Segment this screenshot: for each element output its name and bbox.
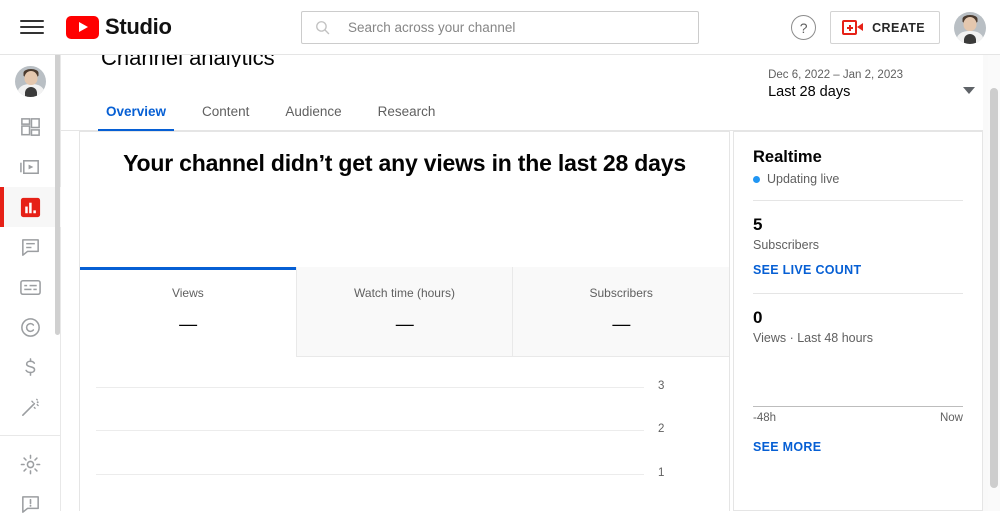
sidebar-item-customization[interactable] bbox=[0, 387, 61, 427]
analytics-bar-chart-icon bbox=[19, 196, 42, 219]
dollar-sign-icon bbox=[19, 356, 42, 379]
live-dot-icon bbox=[753, 176, 760, 183]
metric-value: — bbox=[80, 314, 296, 335]
tab-content[interactable]: Content bbox=[184, 104, 267, 130]
avatar-icon bbox=[15, 66, 46, 97]
realtime-views-bar-chart[interactable] bbox=[753, 357, 963, 407]
gridline bbox=[96, 430, 644, 431]
see-more-link-realtime[interactable]: SEE MORE bbox=[753, 440, 963, 454]
youtube-studio-logo[interactable]: Studio bbox=[66, 14, 172, 40]
realtime-views-value: 0 bbox=[753, 308, 963, 328]
create-button[interactable]: CREATE bbox=[830, 11, 940, 44]
gear-icon bbox=[19, 453, 42, 476]
gridline bbox=[96, 387, 644, 388]
main-content-area: Channel analytics Overview Content Audie… bbox=[61, 55, 1000, 511]
left-sidebar bbox=[0, 55, 61, 511]
realtime-views-label: Views · Last 48 hours bbox=[753, 331, 963, 345]
sidebar-divider bbox=[0, 435, 60, 436]
sidebar-item-settings[interactable] bbox=[0, 444, 61, 484]
metric-tabs: Views — Watch time (hours) — Subscribers… bbox=[80, 267, 729, 357]
sidebar-item-analytics[interactable] bbox=[0, 187, 61, 227]
y-axis-tick: 3 bbox=[658, 380, 664, 392]
metric-label: Watch time (hours) bbox=[297, 286, 513, 300]
date-range-text: Dec 6, 2022 – Jan 2, 2023 bbox=[768, 69, 903, 81]
feedback-exclamation-icon bbox=[19, 493, 42, 516]
sidebar-item-send-feedback[interactable] bbox=[0, 484, 61, 524]
tab-audience[interactable]: Audience bbox=[267, 104, 359, 130]
comment-bubble-icon bbox=[19, 236, 42, 259]
search-input[interactable] bbox=[348, 20, 686, 35]
metric-value: — bbox=[297, 314, 513, 335]
video-camera-plus-icon bbox=[842, 20, 863, 35]
realtime-card: Realtime Updating live 5 Subscribers SEE… bbox=[733, 131, 983, 511]
help-icon[interactable]: ? bbox=[791, 15, 816, 40]
axis-end-label: Now bbox=[940, 412, 963, 424]
realtime-chart-axis: -48h Now bbox=[753, 412, 963, 424]
top-navigation-bar: Studio ? CREATE bbox=[0, 0, 1000, 55]
chevron-down-icon[interactable] bbox=[963, 87, 975, 94]
see-live-count-link[interactable]: SEE LIVE COUNT bbox=[753, 263, 963, 277]
sidebar-item-dashboard[interactable] bbox=[0, 107, 61, 147]
sidebar-item-subtitles[interactable] bbox=[0, 267, 61, 307]
realtime-subscribers-label: Subscribers bbox=[753, 238, 963, 252]
divider bbox=[753, 200, 963, 201]
metric-tab-subscribers[interactable]: Subscribers — bbox=[513, 267, 729, 357]
metric-tab-views[interactable]: Views — bbox=[80, 267, 297, 357]
sidebar-item-your-channel[interactable] bbox=[0, 55, 61, 107]
live-status-label: Updating live bbox=[767, 172, 839, 186]
metric-label: Views bbox=[80, 286, 296, 300]
views-line-chart[interactable]: 3 2 1 0 Dec 6, 2... Dec 11, 2022 Dec 15,… bbox=[96, 387, 716, 511]
page-title: Channel analytics bbox=[101, 55, 275, 67]
magic-wand-icon bbox=[19, 396, 42, 419]
sidebar-item-copyright[interactable] bbox=[0, 307, 61, 347]
sidebar-item-monetization[interactable] bbox=[0, 347, 61, 387]
y-axis-tick: 1 bbox=[658, 467, 664, 479]
axis-start-label: -48h bbox=[753, 412, 776, 424]
create-button-label: CREATE bbox=[872, 21, 925, 35]
hamburger-menu-icon[interactable] bbox=[20, 18, 44, 36]
tab-research[interactable]: Research bbox=[360, 104, 454, 130]
account-avatar[interactable] bbox=[954, 12, 986, 44]
y-axis-tick: 2 bbox=[658, 423, 664, 435]
search-icon bbox=[314, 19, 331, 36]
subtitles-icon bbox=[19, 276, 42, 299]
metric-tab-watch-time[interactable]: Watch time (hours) — bbox=[297, 267, 514, 357]
page-scrollbar-thumb[interactable] bbox=[990, 88, 998, 488]
date-range-selector[interactable]: Dec 6, 2022 – Jan 2, 2023 Last 28 days bbox=[768, 69, 975, 100]
copyright-circle-icon bbox=[19, 316, 42, 339]
sidebar-item-content[interactable] bbox=[0, 147, 61, 187]
realtime-live-status: Updating live bbox=[753, 172, 963, 186]
search-bar[interactable] bbox=[301, 11, 699, 44]
youtube-logo-icon bbox=[66, 16, 99, 39]
tab-overview[interactable]: Overview bbox=[88, 104, 184, 130]
overview-analytics-card: Your channel didn’t get any views in the… bbox=[79, 131, 730, 511]
sidebar-item-comments[interactable] bbox=[0, 227, 61, 267]
dashboard-grid-icon bbox=[19, 116, 42, 139]
chart-baseline bbox=[753, 406, 963, 407]
gridline bbox=[96, 474, 644, 475]
date-range-preset: Last 28 days bbox=[768, 84, 903, 100]
metric-value: — bbox=[513, 314, 729, 335]
help-question-glyph: ? bbox=[800, 20, 808, 36]
studio-wordmark: Studio bbox=[105, 14, 172, 40]
divider bbox=[753, 293, 963, 294]
realtime-subscribers-value: 5 bbox=[753, 215, 963, 235]
realtime-title: Realtime bbox=[753, 148, 963, 167]
sidebar-scrollbar[interactable] bbox=[55, 45, 60, 335]
video-content-icon bbox=[19, 156, 42, 179]
metric-label: Subscribers bbox=[513, 286, 729, 300]
no-views-headline: Your channel didn’t get any views in the… bbox=[80, 150, 729, 177]
